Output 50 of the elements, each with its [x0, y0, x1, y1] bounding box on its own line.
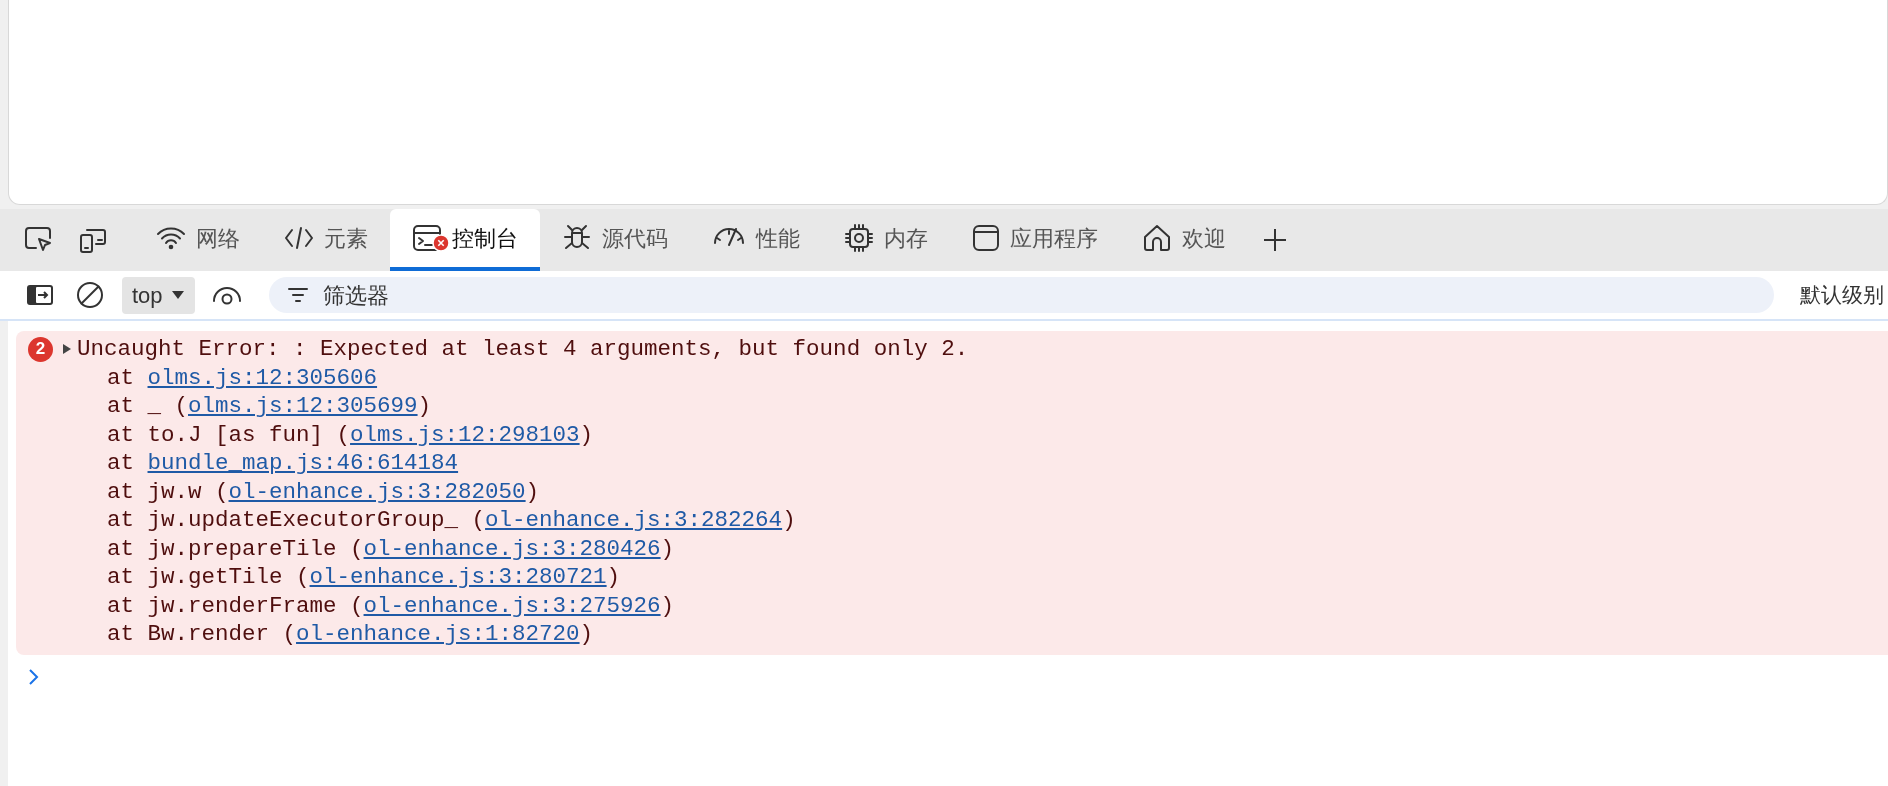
stack-frame: at _ (olms.js:12:305699) [79, 392, 969, 421]
clear-icon [76, 281, 104, 309]
sidebar-icon [26, 284, 54, 306]
prompt-icon [28, 668, 40, 687]
caret-icon [170, 290, 185, 300]
stack-frame: at Bw.render (ol-enhance.js:1:82720) [79, 620, 969, 649]
count-badge: 2 [28, 337, 53, 362]
source-link[interactable]: ol-enhance.js:1:82720 [296, 621, 580, 647]
error-text: Uncaught Error: : Expected at least 4 arguments, but found only 2. [77, 335, 969, 364]
console-icon [412, 224, 442, 252]
stack-frame: at jw.renderFrame (ol-enhance.js:3:275926) [79, 591, 969, 620]
source-link[interactable]: ol-enhance.js:3:280426 [363, 535, 661, 562]
window-icon [972, 224, 1000, 252]
source-link[interactable]: ol-enhance.js:3:280721 [309, 564, 607, 590]
filter-field[interactable]: 筛选器 [268, 277, 1774, 313]
plus-icon [1262, 227, 1288, 253]
stack-frame: at jw.getTile (ol-enhance.js:3:280721) [79, 563, 969, 592]
expand-triangle-icon [61, 343, 73, 356]
source-link[interactable]: ol-enhance.js:3:282050 [228, 478, 526, 505]
filter-icon [286, 286, 309, 304]
devtools-tab[interactable]: 应用程序 [950, 209, 1120, 271]
devtools-tab[interactable]: 控制台 [390, 209, 540, 271]
log-levels-dropdown[interactable]: 默认级别 [1794, 278, 1888, 312]
stack-frame: at jw.updateExecutorGroup_ (ol-enhance.js:3:282264) [79, 506, 969, 535]
stack-frame: at bundle_map.js:46:614184 [79, 449, 969, 478]
devtools-tab[interactable]: 欢迎 [1120, 209, 1248, 271]
source-link[interactable]: ol-enhance.js:3:275926 [363, 592, 661, 619]
error-icon [432, 234, 450, 253]
devtools-tab[interactable]: 源代码 [540, 209, 690, 271]
chip-icon [844, 223, 874, 253]
eye-icon [211, 285, 242, 305]
source-link[interactable]: bundle_map.js:46:614184 [147, 450, 459, 476]
devtools-tab[interactable]: 元素 [262, 209, 390, 271]
inspect-icon [24, 226, 54, 254]
home-icon [1142, 223, 1172, 253]
source-link[interactable]: olms.js:12:305606 [147, 364, 378, 391]
source-link[interactable]: olms.js:12:305699 [188, 393, 418, 419]
wifi-icon [156, 225, 186, 251]
source-link[interactable]: ol-enhance.js:3:282264 [485, 507, 783, 533]
devtools-tab[interactable]: 网络 [134, 209, 262, 271]
stack-frame: at jw.prepareTile (ol-enhance.js:3:280426) [79, 534, 969, 563]
context-dropdown[interactable]: top [122, 276, 195, 314]
device-icon [78, 226, 108, 254]
devtools-tab[interactable]: 内存 [822, 209, 950, 271]
source-link[interactable]: olms.js:12:298103 [350, 421, 580, 448]
stack-frame: at to.J [as fun] (olms.js:12:298103) [79, 420, 969, 449]
stack-frame: at jw.w (ol-enhance.js:3:282050) [79, 477, 969, 506]
stack-frame: at olms.js:12:305606 [79, 363, 969, 392]
devtools-tab[interactable]: 性能 [690, 209, 822, 271]
code-icon [284, 225, 314, 251]
